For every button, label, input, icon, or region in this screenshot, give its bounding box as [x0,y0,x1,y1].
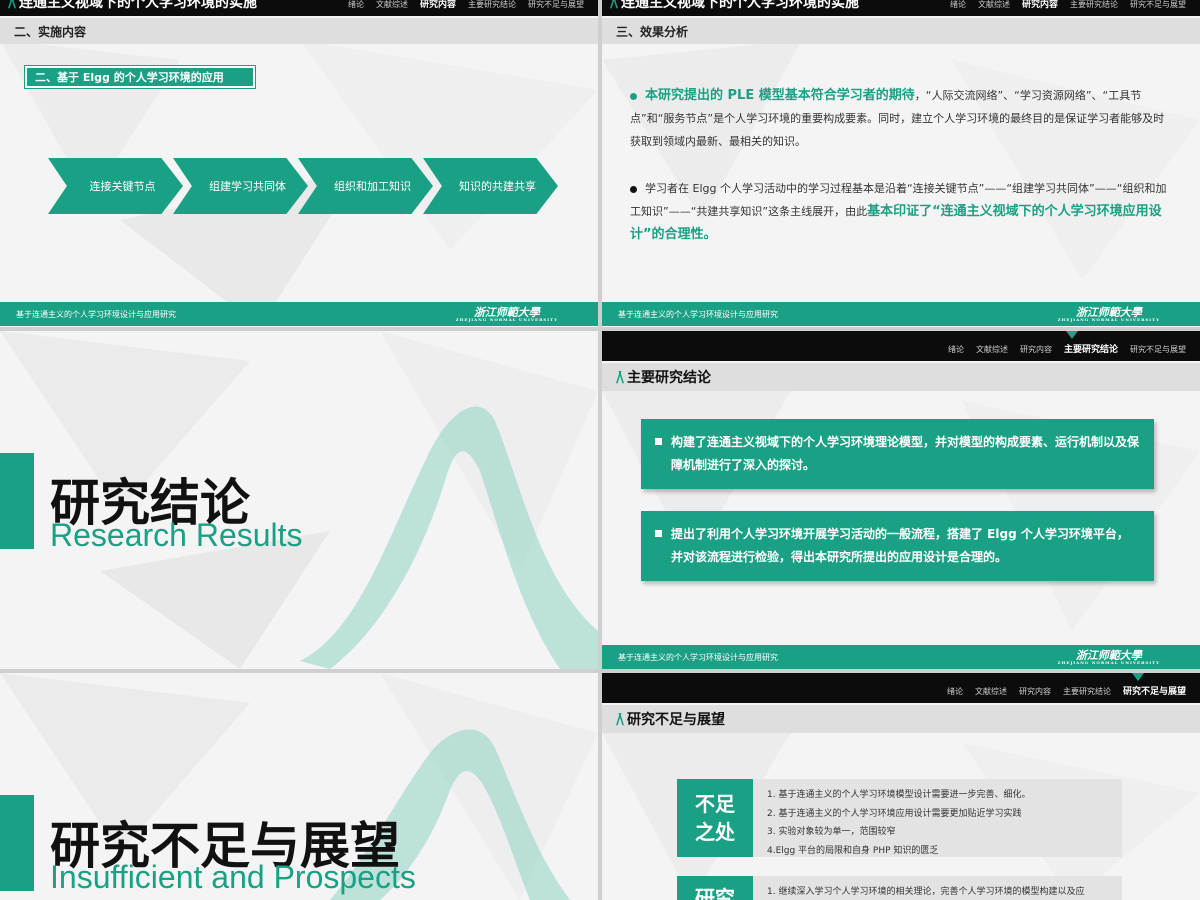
brand-icon: /\ [610,0,618,11]
section-subtitle: Insufficient and Prospects [50,859,416,895]
bullet-square-icon [655,438,662,445]
nav-content[interactable]: 研究内容 [1020,344,1052,355]
nav-intro[interactable]: 绪论 [348,0,364,10]
subsection-title: 二、基于 Elgg 的个人学习环境的应用 [25,66,255,88]
nav-conclusion[interactable]: 主要研究结论 [1070,0,1118,10]
nav-intro[interactable]: 绪论 [947,686,963,697]
nav-prospects[interactable]: 研究不足与展望 [1130,0,1186,10]
nav-content[interactable]: 研究内容 [1022,0,1058,10]
section-subtitle: Research Results [50,517,303,553]
nav-intro[interactable]: 绪论 [948,344,964,355]
brand-icon: /\ [616,368,624,386]
nav-content[interactable]: 研究内容 [1019,686,1051,697]
limitations-list: 1. 基于连通主义的个人学习环境模型设计需要进一步完善、细化。 2. 基于连通主… [753,779,1122,857]
nav-content[interactable]: 研究内容 [420,0,456,10]
list-item: 2. 基于连通主义的个人学习环境应用设计需要更加贴近学习实践 [767,808,1022,819]
slide-implementation[interactable]: /\ 连通主义视域下的个人学习环境的实施 绪论 文献综述 研究内容 主要研究结论… [0,0,598,327]
conclusion-box-1: 构建了连通主义视域下的个人学习环境理论模型，并对模型的构成要素、运行机制以及保障… [641,419,1154,489]
university-logo: 浙江师範大學 ZHEJIANG NORMAL UNIVERSITY [1057,305,1160,322]
top-nav-bar: /\ 连通主义视域下的个人学习环境的实施 绪论 文献综述 研究内容 主要研究结论… [0,0,598,16]
paragraph-1: 本研究提出的 PLE 模型基本符合学习者的期待，“人际交流网络”、“学习资源网络… [630,88,1165,148]
nav-conclusion[interactable]: 主要研究结论 [1064,342,1118,355]
footer-text: 基于连通主义的个人学习环境设计与应用研究 [618,652,778,662]
slide-main-conclusions[interactable]: 绪论 文献综述 研究内容 主要研究结论 研究不足与展望 /\ 主要研究结论 构建… [602,331,1200,669]
footer-bar: 基于连通主义的个人学习环境设计与应用研究 浙江师範大學 ZHEJIANG NORM… [602,302,1200,326]
bullet-dot-icon [630,185,637,193]
limitations-tag: 不足之处 [677,779,753,857]
slide-effect-analysis[interactable]: /\ 连通主义视域下的个人学习环境的实施 绪论 文献综述 研究内容 主要研究结论… [602,0,1200,327]
accent-block [0,795,34,891]
heading: /\ 主要研究结论 [616,368,711,386]
conclusion-box-2: 提出了利用个人学习环境开展学习活动的一般流程，搭建了 Elgg 个人学习环境平台… [641,511,1154,581]
slide-section-results[interactable]: 研究结论 Research Results [0,331,598,669]
section-header: /\ 主要研究结论 [602,363,1200,391]
prospects-tag: 研究 [677,876,753,900]
nav-conclusion[interactable]: 主要研究结论 [468,0,516,10]
active-nav-marker-icon [1132,673,1144,681]
list-item: 3. 实验对象较为单一，范围较窄 [767,827,896,837]
heading: /\ 研究不足与展望 [616,710,725,728]
top-nav-bar: /\ 连通主义视域下的个人学习环境的实施 绪论 文献综述 研究内容 主要研究结论… [602,0,1200,16]
step-share-knowledge: 知识的共建共享 [423,158,558,214]
slide-limitations[interactable]: 绪论 文献综述 研究内容 主要研究结论 研究不足与展望 /\ 研究不足与展望 不… [602,673,1200,900]
footer-text: 基于连通主义的个人学习环境设计与应用研究 [16,309,176,319]
top-nav-bar: 绪论 文献综述 研究内容 主要研究结论 研究不足与展望 [602,331,1200,361]
section-header: /\ 研究不足与展望 [602,705,1200,733]
active-nav-marker-icon [1066,331,1078,339]
university-logo: 浙江师範大學 ZHEJIANG NORMAL UNIVERSITY [455,305,558,322]
brand-icon: /\ [8,0,16,11]
section-header: 二、实施内容 [0,18,598,44]
nav-conclusion[interactable]: 主要研究结论 [1063,686,1111,697]
nav-literature[interactable]: 文献综述 [978,0,1010,10]
slide-title: /\ 连通主义视域下的个人学习环境的实施 [8,0,257,12]
step-connect-nodes: 连接关键节点 [48,158,183,214]
step-build-community: 组建学习共同体 [173,158,308,214]
slide-section-prospects[interactable]: 研究不足与展望 Insufficient and Prospects [0,673,598,900]
footer-bar: 基于连通主义的个人学习环境设计与应用研究 浙江师範大學 ZHEJIANG NORM… [0,302,598,326]
paragraph-2: 学习者在 Elgg 个人学习活动中的学习过程基本是沿着“连接关键节点”——“组建… [630,182,1167,242]
list-item: 1. 基于连通主义的个人学习环境模型设计需要进一步完善、细化。 [767,790,1031,800]
brand-icon: /\ [616,710,624,728]
slide-title: /\ 连通主义视域下的个人学习环境的实施 [610,0,859,12]
bullet-dot-icon [630,92,637,100]
footer-bar: 基于连通主义的个人学习环境设计与应用研究 浙江师範大學 ZHEJIANG NORM… [602,645,1200,669]
bullet-square-icon [655,530,662,537]
nav-prospects[interactable]: 研究不足与展望 [1130,344,1186,355]
nav-intro[interactable]: 绪论 [950,0,966,10]
nav-prospects[interactable]: 研究不足与展望 [1123,684,1186,697]
process-steps: 连接关键节点 组建学习共同体 组织和加工知识 知识的共建共享 [48,158,558,214]
list-item: 4.Elgg 平台的局限和自身 PHP 知识的匮乏 [767,845,939,856]
nav-literature[interactable]: 文献综述 [976,344,1008,355]
prospects-list: 1. 继续深入学习个人学习环境的相关理论，完善个人学习环境的模型构建以及应 [753,876,1122,900]
nav-literature[interactable]: 文献综述 [975,686,1007,697]
top-nav-bar: 绪论 文献综述 研究内容 主要研究结论 研究不足与展望 [602,673,1200,703]
list-item: 1. 继续深入学习个人学习环境的相关理论，完善个人学习环境的模型构建以及应 [767,887,1085,897]
section-header: 三、效果分析 [602,18,1200,44]
nav-prospects[interactable]: 研究不足与展望 [528,0,584,10]
nav-literature[interactable]: 文献综述 [376,0,408,10]
background-polygons [602,40,1200,280]
accent-block [0,453,34,549]
university-logo: 浙江师範大學 ZHEJIANG NORMAL UNIVERSITY [1057,648,1160,665]
step-organize-knowledge: 组织和加工知识 [298,158,433,214]
footer-text: 基于连通主义的个人学习环境设计与应用研究 [618,309,778,319]
